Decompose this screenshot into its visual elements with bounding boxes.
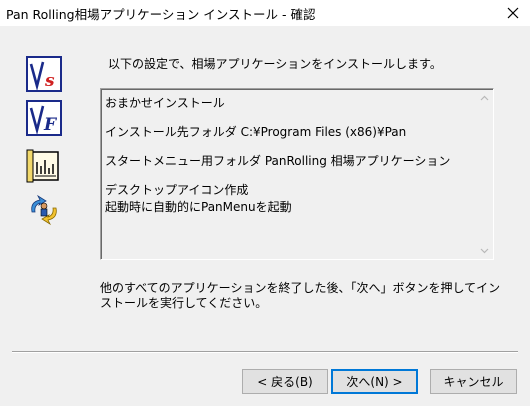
close-icon	[507, 7, 519, 19]
summary-scrollbar[interactable]	[476, 89, 493, 259]
svg-text:F: F	[43, 115, 58, 135]
chevron-up-icon	[480, 95, 489, 100]
separator	[12, 351, 518, 353]
scroll-up-button[interactable]	[476, 89, 493, 106]
person-app-icon	[26, 192, 62, 228]
vf-app-icon: F	[26, 100, 62, 136]
summary-line-desktop-icon: デスクトップアイコン作成	[105, 183, 249, 197]
cancel-button[interactable]: キャンセル	[430, 369, 517, 394]
close-button[interactable]	[496, 0, 530, 26]
intro-text: 以下の設定で、相場アプリケーションをインストールします。	[108, 57, 442, 71]
summary-line-autostart: 起動時に自動的にPanMenuを起動	[105, 200, 292, 214]
next-button[interactable]: 次へ(N) >	[331, 369, 418, 394]
summary-line-mode: おまかせインストール	[105, 96, 225, 110]
back-button[interactable]: < 戻る(B)	[242, 369, 328, 394]
scroll-down-button[interactable]	[476, 242, 493, 259]
summary-line-install-folder: インストール先フォルダ C:¥Program Files (x86)¥Pan	[105, 125, 407, 139]
vs-app-icon: s	[26, 56, 62, 92]
window-title: Pan Rolling相場アプリケーション インストール - 確認	[6, 7, 316, 22]
chart-app-icon	[26, 148, 62, 184]
title-bar: Pan Rolling相場アプリケーション インストール - 確認	[0, 0, 530, 26]
settings-summary-box[interactable]: おまかせインストール インストール先フォルダ C:¥Program Files …	[100, 88, 494, 260]
summary-line-startmenu-folder: スタートメニュー用フォルダ PanRolling 相場アプリケーション	[105, 154, 451, 168]
instruction-text: 他のすべてのアプリケーションを終了した後、「次へ」ボタンを押してインストールを実…	[100, 281, 501, 310]
chevron-down-icon	[480, 248, 489, 253]
svg-text:s: s	[44, 71, 55, 91]
